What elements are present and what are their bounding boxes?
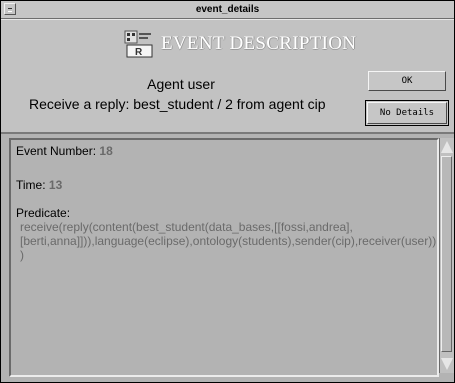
event-number-field: Event Number: 18 xyxy=(16,144,113,158)
time-value: 13 xyxy=(48,178,63,192)
ok-button[interactable]: OK xyxy=(368,71,446,91)
window-title: event_details xyxy=(195,4,260,15)
event-logo-icon: R xyxy=(124,30,153,58)
event-number-value: 18 xyxy=(99,144,113,158)
title-bar[interactable]: event_details xyxy=(1,1,454,19)
predicate-label: Predicate: xyxy=(16,206,71,220)
event-details-window: event_details R EVENT DESCRIPTION Agent … xyxy=(0,0,455,383)
no-details-button[interactable]: No Details xyxy=(367,102,447,124)
scrollbar-thumb[interactable] xyxy=(441,156,452,352)
event-description-heading: EVENT DESCRIPTION xyxy=(161,33,357,54)
predicate-value: receive(reply(content(best_student(data_… xyxy=(20,220,437,262)
time-field: Time: 13 xyxy=(16,178,62,192)
agent-label: Agent user xyxy=(147,76,215,92)
time-label: Time: xyxy=(16,178,46,192)
event-number-label: Event Number: xyxy=(16,144,97,158)
svg-text:R: R xyxy=(135,47,143,58)
event-summary: Receive a reply: best_student / 2 from a… xyxy=(29,96,326,112)
scroll-up-arrow-icon[interactable] xyxy=(441,141,453,153)
vertical-scrollbar[interactable] xyxy=(439,138,454,373)
event-header: R EVENT DESCRIPTION Agent user Receive a… xyxy=(1,19,454,134)
event-details-panel[interactable]: Event Number: 18 Time: 13 Predicate: rec… xyxy=(9,138,439,377)
scroll-down-arrow-icon[interactable] xyxy=(441,358,453,370)
